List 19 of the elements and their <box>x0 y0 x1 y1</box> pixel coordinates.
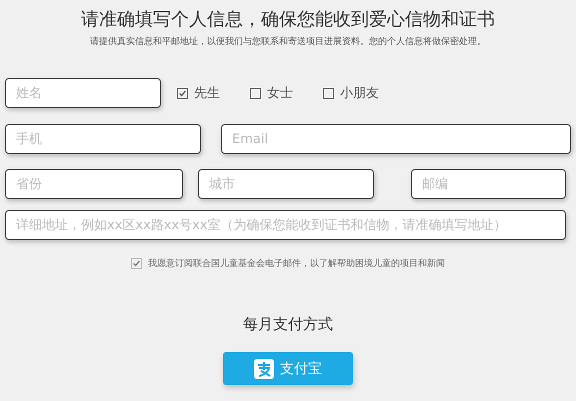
checkbox[interactable] <box>177 88 188 98</box>
phone-field[interactable]: 手机 <box>5 124 201 154</box>
newsletter-label: 我愿意订阅联合国儿童基金会电子邮件，以了解帮助困境儿童的项目和新闻 <box>148 258 445 270</box>
checkbox[interactable] <box>250 88 261 98</box>
city-field[interactable]: 城市 <box>198 169 374 199</box>
page-title: 请准确填写个人信息，确保您能收到爱心信物和证书 <box>80 8 496 32</box>
salutation-label: 女士 <box>267 85 293 102</box>
intro-text: 请提供真实信息和平邮地址，以便我们与您联系和寄送项目进展资料。您的个人信息将做保密处理。 <box>89 36 487 48</box>
salutation-label: 小朋友 <box>340 85 379 102</box>
alipay-logo-icon <box>254 358 274 378</box>
name-field[interactable]: 姓名 <box>5 78 161 108</box>
province-field[interactable]: 省份 <box>5 169 183 199</box>
email-field[interactable]: Email <box>221 124 571 154</box>
salutation-label: 先生 <box>194 85 220 102</box>
postcode-field[interactable]: 邮编 <box>411 169 566 199</box>
alipay-button[interactable]: 支付宝 <box>223 352 353 385</box>
checkbox[interactable] <box>323 88 334 98</box>
payment-heading: 每月支付方式 <box>242 315 334 334</box>
address-field[interactable]: 详细地址，例如xx区xx路xx号xx室（为确保您能收到证书和信物，请准确填写地址） <box>5 210 566 240</box>
